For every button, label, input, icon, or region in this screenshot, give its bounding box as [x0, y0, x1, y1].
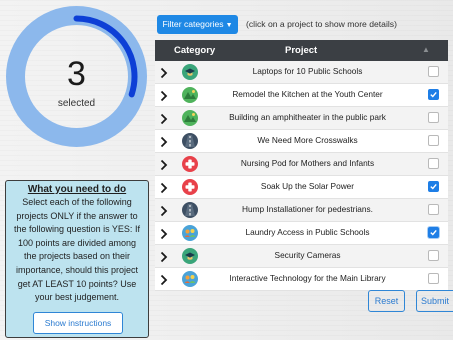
- instructions-line: get AT LEAST 10 points? Use: [17, 278, 137, 289]
- selected-label: selected: [57, 98, 96, 109]
- table-row[interactable]: Building an amphitheater in the public p…: [155, 107, 448, 130]
- chevron-right-icon[interactable]: [160, 273, 168, 286]
- project-name[interactable]: Soak Up the Solar Power: [205, 181, 410, 191]
- table-row[interactable]: Laundry Access in Public Schools: [155, 222, 448, 245]
- community-icon: [182, 225, 198, 241]
- instructions-line: projects ONLY if the answer to: [16, 210, 138, 221]
- project-checkbox[interactable]: [428, 89, 439, 100]
- selection-gauge: 3 selected: [5, 5, 148, 148]
- filter-categories-label: Filter categories: [162, 19, 224, 29]
- chevron-right-icon[interactable]: [160, 204, 168, 217]
- filter-categories-button[interactable]: Filter categories ▼: [157, 15, 238, 34]
- table-row[interactable]: Nursing Pod for Mothers and Infants: [155, 153, 448, 176]
- table-body: Laptops for 10 Public Schools Remodel the…: [155, 61, 448, 291]
- project-name[interactable]: Laptops for 10 Public Schools: [205, 66, 410, 76]
- table-row[interactable]: Soak Up the Solar Power: [155, 176, 448, 199]
- table-row[interactable]: Laptops for 10 Public Schools: [155, 61, 448, 84]
- health-icon: [182, 156, 198, 172]
- chevron-right-icon[interactable]: [160, 112, 168, 125]
- health-icon: [182, 179, 198, 195]
- project-name[interactable]: Remodel the Kitchen at the Youth Center: [205, 89, 410, 99]
- parks-icon: [182, 110, 198, 126]
- column-header-category[interactable]: Category: [174, 45, 215, 56]
- chevron-right-icon[interactable]: [160, 158, 168, 171]
- projects-table: Category Project ▲︎ Laptops for 10 Publi…: [155, 40, 448, 291]
- road-icon: [182, 202, 198, 218]
- instructions-box: What you need to do Select each of the f…: [5, 180, 149, 338]
- chevron-right-icon[interactable]: [160, 66, 168, 79]
- column-header-project[interactable]: Project: [285, 45, 317, 56]
- chevron-right-icon[interactable]: [160, 89, 168, 102]
- project-name[interactable]: Building an amphitheater in the public p…: [205, 112, 410, 122]
- project-checkbox[interactable]: [428, 227, 439, 238]
- project-checkbox[interactable]: [428, 135, 439, 146]
- project-checkbox[interactable]: [428, 273, 439, 284]
- table-header: Category Project ▲︎: [155, 40, 448, 61]
- project-name[interactable]: We Need More Crosswalks: [205, 135, 410, 145]
- table-row[interactable]: Interactive Technology for the Main Libr…: [155, 268, 448, 291]
- caret-down-icon: ▼: [225, 22, 233, 29]
- chevron-right-icon[interactable]: [160, 250, 168, 263]
- instructions-line: the following question is YES: If: [14, 224, 140, 235]
- project-checkbox[interactable]: [428, 181, 439, 192]
- project-name[interactable]: Security Cameras: [205, 250, 410, 260]
- road-icon: [182, 133, 198, 149]
- instructions-line: importance, should this project: [15, 264, 139, 275]
- project-name[interactable]: Hump Installationer for pedestrians.: [205, 204, 410, 214]
- table-row[interactable]: We Need More Crosswalks: [155, 130, 448, 153]
- project-checkbox[interactable]: [428, 204, 439, 215]
- project-checkbox[interactable]: [428, 158, 439, 169]
- community-icon: [182, 271, 198, 287]
- reset-button[interactable]: Reset: [368, 290, 405, 312]
- project-name[interactable]: Nursing Pod for Mothers and Infants: [205, 158, 410, 168]
- table-row[interactable]: Security Cameras: [155, 245, 448, 268]
- filter-hint: (click on a project to show more details…: [246, 19, 397, 29]
- instructions-line: your best judgement.: [34, 292, 120, 303]
- table-row[interactable]: Remodel the Kitchen at the Youth Center: [155, 84, 448, 107]
- instructions-title: What you need to do: [27, 184, 127, 195]
- sort-icon[interactable]: ▲︎: [422, 45, 430, 54]
- instructions-line: 100 points are divided among: [17, 237, 137, 248]
- selected-count: 3: [67, 55, 86, 93]
- instructions-text: Select each of the following projects ON…: [6, 195, 148, 305]
- education-icon: [182, 248, 198, 264]
- chevron-right-icon[interactable]: [160, 135, 168, 148]
- table-row[interactable]: Hump Installationer for pedestrians.: [155, 199, 448, 222]
- chevron-right-icon[interactable]: [160, 227, 168, 240]
- show-instructions-button[interactable]: Show instructions: [33, 312, 123, 334]
- instructions-line: Select each of the following: [22, 197, 132, 207]
- project-checkbox[interactable]: [428, 250, 439, 261]
- submit-button[interactable]: Submit: [416, 290, 453, 312]
- project-checkbox[interactable]: [428, 112, 439, 123]
- project-name[interactable]: Interactive Technology for the Main Libr…: [205, 273, 410, 283]
- chevron-right-icon[interactable]: [160, 181, 168, 194]
- instructions-line: the projects based on their: [23, 251, 131, 262]
- project-checkbox[interactable]: [428, 66, 439, 77]
- parks-icon: [182, 87, 198, 103]
- education-icon: [182, 64, 198, 80]
- project-name[interactable]: Laundry Access in Public Schools: [205, 227, 410, 237]
